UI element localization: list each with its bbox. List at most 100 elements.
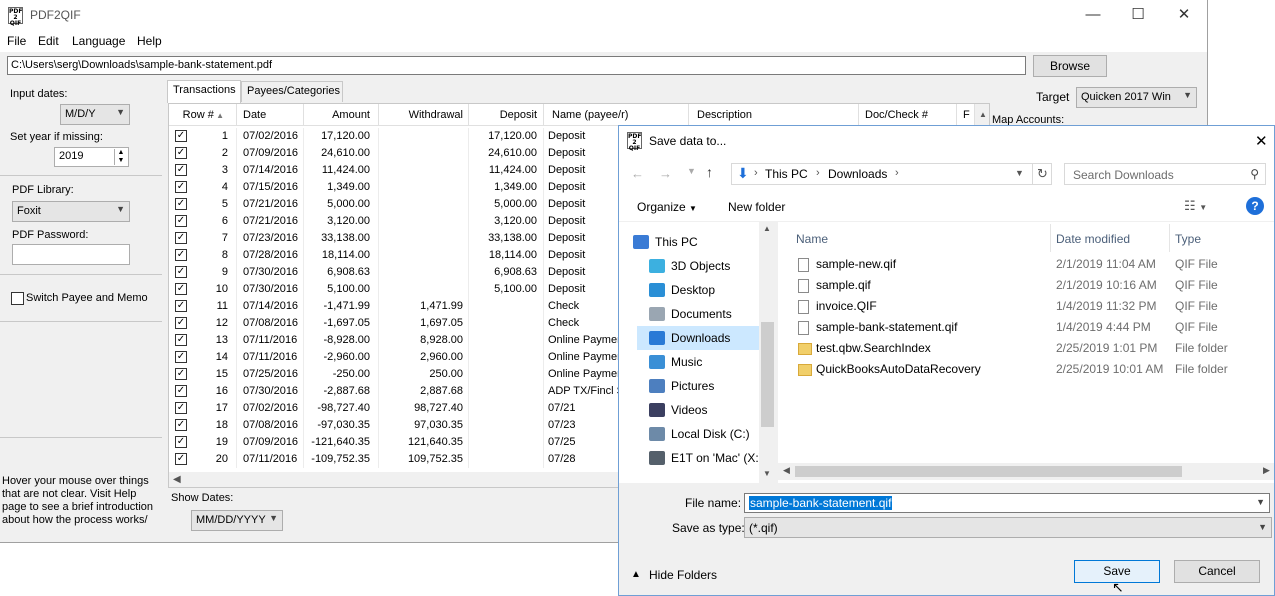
- nav-item[interactable]: This PC: [621, 230, 758, 254]
- tab-transactions[interactable]: Transactions: [167, 80, 241, 103]
- cell-deposit[interactable]: 1,349.00: [469, 179, 544, 196]
- cell-date[interactable]: 07/14/2016: [237, 298, 304, 315]
- cell-n[interactable]: 20: [169, 451, 237, 468]
- cell-n[interactable]: 17: [169, 400, 237, 417]
- cell-withdrawal[interactable]: 250.00: [379, 366, 469, 383]
- chevron-up-icon[interactable]: ▲: [631, 569, 641, 580]
- cell-n[interactable]: 16: [169, 383, 237, 400]
- cell-n[interactable]: 6: [169, 213, 237, 230]
- cell-date[interactable]: 07/09/2016: [237, 145, 304, 162]
- column-header-row[interactable]: Row # ▲: [169, 104, 237, 126]
- cell-amount[interactable]: 11,424.00: [304, 162, 379, 179]
- cell-date[interactable]: 07/15/2016: [237, 179, 304, 196]
- cell-n[interactable]: 11: [169, 298, 237, 315]
- cell-n[interactable]: 12: [169, 315, 237, 332]
- cell-date[interactable]: 07/08/2016: [237, 315, 304, 332]
- cell-withdrawal[interactable]: [379, 264, 469, 281]
- cell-deposit[interactable]: [469, 451, 544, 468]
- nav-item[interactable]: Documents: [637, 302, 774, 326]
- cell-amount[interactable]: 17,120.00: [304, 128, 379, 145]
- cell-deposit[interactable]: [469, 434, 544, 451]
- cell-withdrawal[interactable]: 1,471.99: [379, 298, 469, 315]
- cell-amount[interactable]: 5,000.00: [304, 196, 379, 213]
- column-header-amount[interactable]: Amount: [304, 104, 379, 126]
- column-header-description[interactable]: Description: [689, 104, 859, 126]
- file-horizontal-scrollbar[interactable]: ◀ ▶: [778, 463, 1274, 480]
- menu-file[interactable]: File: [7, 34, 26, 48]
- cell-n[interactable]: 8: [169, 247, 237, 264]
- cell-deposit[interactable]: [469, 332, 544, 349]
- nav-item[interactable]: Pictures: [637, 374, 774, 398]
- cell-amount[interactable]: 1,349.00: [304, 179, 379, 196]
- column-header-type[interactable]: Type: [1175, 232, 1201, 246]
- nav-item[interactable]: 3D Objects: [637, 254, 774, 278]
- cell-deposit[interactable]: 5,000.00: [469, 196, 544, 213]
- cell-withdrawal[interactable]: [379, 128, 469, 145]
- chevron-down-icon[interactable]: ▼: [1256, 497, 1265, 507]
- recent-chevron-icon[interactable]: ▼: [687, 166, 696, 176]
- cell-date[interactable]: 07/02/2016: [237, 400, 304, 417]
- cell-n[interactable]: 5: [169, 196, 237, 213]
- cell-deposit[interactable]: 3,120.00: [469, 213, 544, 230]
- file-row[interactable]: sample-bank-statement.qif 1/4/2019 4:44 P…: [778, 317, 1274, 338]
- cell-withdrawal[interactable]: 98,727.40: [379, 400, 469, 417]
- cell-amount[interactable]: 33,138.00: [304, 230, 379, 247]
- cell-date[interactable]: 07/14/2016: [237, 162, 304, 179]
- cell-date[interactable]: 07/02/2016: [237, 128, 304, 145]
- view-options-icon[interactable]: ☷ ▼: [1184, 198, 1207, 214]
- file-scroll-thumb[interactable]: [795, 466, 1182, 477]
- column-header-name[interactable]: Name (payee/r): [544, 104, 689, 126]
- scroll-up-icon[interactable]: ▲: [763, 224, 771, 233]
- menu-edit[interactable]: Edit: [38, 34, 59, 48]
- cell-withdrawal[interactable]: 1,697.05: [379, 315, 469, 332]
- breadcrumb-downloads[interactable]: Downloads: [828, 167, 887, 181]
- scroll-left-icon[interactable]: ◀: [173, 474, 181, 485]
- cell-amount[interactable]: -8,928.00: [304, 332, 379, 349]
- cell-date[interactable]: 07/25/2016: [237, 366, 304, 383]
- cell-withdrawal[interactable]: [379, 179, 469, 196]
- scroll-left-icon[interactable]: ◀: [783, 465, 790, 476]
- breadcrumb[interactable]: ⬇ › This PC › Downloads › ▼ ↻: [731, 163, 1052, 185]
- cell-amount[interactable]: -97,030.35: [304, 417, 379, 434]
- cell-date[interactable]: 07/21/2016: [237, 213, 304, 230]
- forward-arrow-icon[interactable]: →: [659, 166, 672, 181]
- up-arrow-icon[interactable]: ↑: [706, 164, 713, 180]
- search-input[interactable]: Search Downloads ⚲: [1064, 163, 1266, 185]
- column-header-name[interactable]: Name: [796, 232, 828, 246]
- cell-date[interactable]: 07/21/2016: [237, 196, 304, 213]
- save-type-select[interactable]: (*.qif) ▼: [744, 517, 1272, 538]
- cell-amount[interactable]: -1,697.05: [304, 315, 379, 332]
- cell-deposit[interactable]: 24,610.00: [469, 145, 544, 162]
- scroll-right-icon[interactable]: ▶: [1263, 465, 1270, 476]
- pdf-path-input[interactable]: C:\Users\serg\Downloads\sample-bank-stat…: [7, 56, 1026, 75]
- cell-deposit[interactable]: 18,114.00: [469, 247, 544, 264]
- file-row[interactable]: test.qbw.SearchIndex 2/25/2019 1:01 PM Fil…: [778, 338, 1274, 359]
- cell-n[interactable]: 9: [169, 264, 237, 281]
- pdf-password-input[interactable]: [12, 244, 130, 265]
- cell-n[interactable]: 13: [169, 332, 237, 349]
- file-name-input[interactable]: sample-bank-statement.qif ▼: [744, 493, 1270, 513]
- target-select[interactable]: Quicken 2017 Win ▼: [1076, 87, 1197, 108]
- cell-deposit[interactable]: [469, 315, 544, 332]
- switch-payee-checkbox[interactable]: [11, 292, 24, 305]
- column-header-doc-check[interactable]: Doc/Check #: [859, 104, 957, 126]
- cell-amount[interactable]: 24,610.00: [304, 145, 379, 162]
- scroll-down-icon[interactable]: ▼: [763, 469, 771, 478]
- back-arrow-icon[interactable]: ←: [631, 166, 644, 181]
- cell-deposit[interactable]: [469, 298, 544, 315]
- chevron-down-icon[interactable]: ▼: [1015, 168, 1024, 178]
- nav-item[interactable]: Downloads: [637, 326, 774, 350]
- show-dates-select[interactable]: MM/DD/YYYY ▼: [191, 510, 283, 531]
- cell-withdrawal[interactable]: 97,030.35: [379, 417, 469, 434]
- maximize-button[interactable]: ☐: [1115, 0, 1161, 30]
- cell-date[interactable]: 07/23/2016: [237, 230, 304, 247]
- column-header-date-modified[interactable]: Date modified: [1056, 232, 1130, 246]
- cell-deposit[interactable]: [469, 417, 544, 434]
- cell-date[interactable]: 07/30/2016: [237, 281, 304, 298]
- cell-deposit[interactable]: [469, 349, 544, 366]
- hide-folders-button[interactable]: Hide Folders: [649, 568, 717, 582]
- cell-amount[interactable]: -109,752.35: [304, 451, 379, 468]
- cell-deposit[interactable]: [469, 383, 544, 400]
- cell-amount[interactable]: 3,120.00: [304, 213, 379, 230]
- nav-item[interactable]: Videos: [637, 398, 774, 422]
